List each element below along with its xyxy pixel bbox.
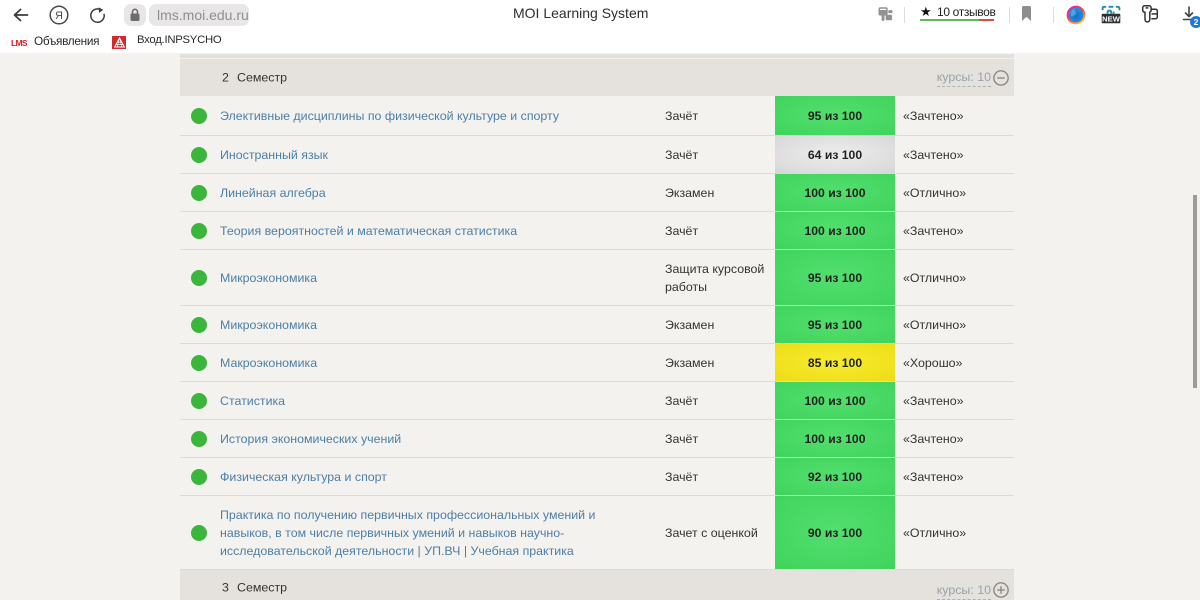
svg-text:NEW: NEW bbox=[1102, 14, 1121, 23]
svg-text:Я: Я bbox=[55, 10, 63, 22]
